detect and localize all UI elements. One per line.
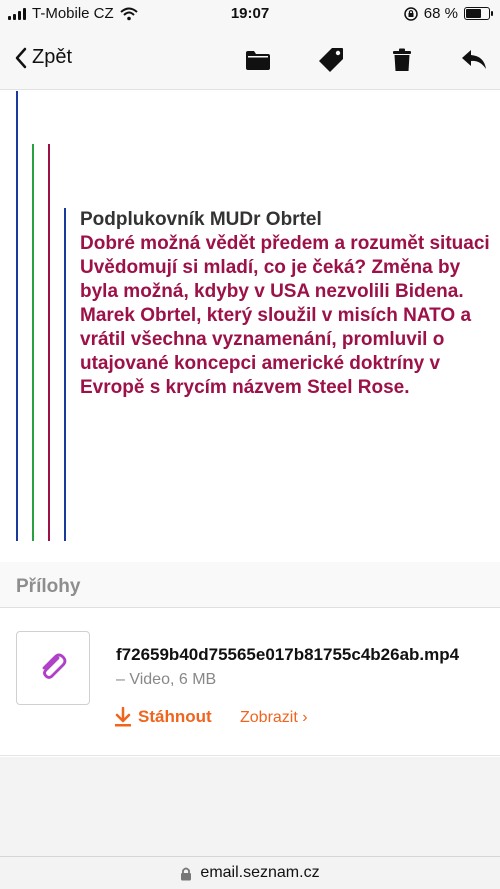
label-button[interactable]	[316, 45, 346, 75]
attachments-header: Přílohy	[0, 562, 500, 608]
quote-line	[16, 91, 18, 541]
download-label: Stáhnout	[138, 707, 212, 726]
attachment-item: f72659b40d75565e017b81755c4b26ab.mp4 – V…	[0, 609, 500, 756]
quote-line	[32, 144, 34, 541]
reply-icon	[462, 50, 486, 69]
tag-icon	[319, 48, 343, 72]
status-bar: T-Mobile CZ 19:07 68 %	[0, 0, 500, 30]
battery-icon	[464, 7, 493, 20]
message-paragraph: Dobré možná vědět předem a rozumět situa…	[80, 233, 490, 254]
battery-percent: 68 %	[423, 5, 458, 22]
message-body: Podplukovník MUDr Obrtel Dobré možná věd…	[80, 208, 495, 400]
attachment-filename: f72659b40d75565e017b81755c4b26ab.mp4	[116, 645, 460, 664]
attachment-thumbnail[interactable]	[16, 631, 90, 705]
message-paragraph: Uvědomují si mladí, co je čeká? Změna by…	[80, 257, 464, 302]
status-right: 68 %	[404, 5, 493, 22]
view-link[interactable]: Zobrazit ›	[240, 709, 308, 727]
delete-button[interactable]	[387, 45, 417, 75]
download-icon	[115, 707, 131, 727]
quote-line	[64, 208, 66, 541]
paperclip-icon	[42, 653, 67, 679]
message-author: Podplukovník MUDr Obrtel	[80, 209, 322, 230]
battery-level	[466, 9, 481, 18]
download-button[interactable]: Stáhnout	[114, 707, 212, 727]
reply-button[interactable]	[459, 45, 489, 75]
chevron-left-icon	[15, 47, 27, 68]
move-to-folder-button[interactable]	[243, 45, 273, 75]
quote-line	[48, 144, 50, 541]
attachments-title: Přílohy	[16, 576, 81, 597]
trash-icon	[393, 48, 411, 71]
url-bar[interactable]: email.seznam.cz	[0, 856, 500, 889]
attachment-meta: – Video, 6 MB	[116, 671, 217, 688]
toolbar: Zpět	[0, 30, 500, 90]
lock-icon	[181, 867, 192, 880]
orientation-lock-icon	[404, 6, 418, 21]
back-button[interactable]: Zpět	[14, 46, 72, 69]
back-label: Zpět	[32, 46, 73, 68]
message-content: Podplukovník MUDr Obrtel Dobré možná věd…	[0, 91, 500, 551]
url-domain: email.seznam.cz	[200, 864, 320, 881]
folder-icon	[246, 51, 270, 70]
message-paragraph: Marek Obrtel, který sloužil v misích NAT…	[80, 305, 472, 398]
